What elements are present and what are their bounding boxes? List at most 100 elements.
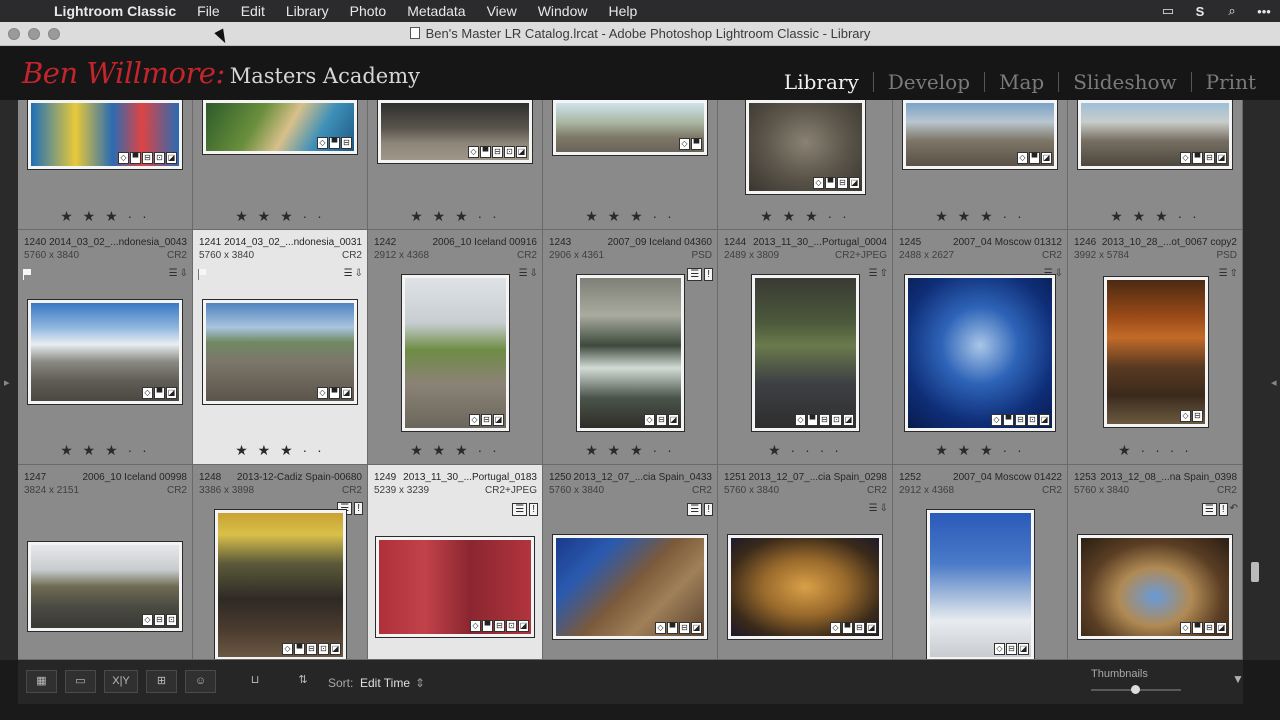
- star-rating[interactable]: ★ ★ ★ · ·: [368, 208, 542, 225]
- thumbnail[interactable]: ◇ ⊟: [1104, 277, 1208, 427]
- metadata-icon[interactable]: ☰: [869, 268, 878, 279]
- grid-cell[interactable]: 1244 2013_11_30_...Portugal_0004 2489 x 38…: [718, 230, 893, 465]
- menu-view[interactable]: View: [487, 3, 517, 19]
- grid-cell[interactable]: 1240 2014_03_02_...ndonesia_0043 5760 x 38…: [18, 230, 193, 465]
- sort-direction-icon[interactable]: ⇅: [286, 670, 320, 693]
- grid-cell-selected[interactable]: 1241 2014_03_02_...ndonesia_0031 5760 x 38…: [193, 230, 368, 465]
- star-rating[interactable]: ★ ★ ★ · ·: [893, 442, 1067, 459]
- creative-cloud-icon[interactable]: S: [1184, 4, 1216, 19]
- star-rating[interactable]: ★ ★ ★ · ·: [368, 442, 542, 459]
- toolbar-menu-chevron-icon[interactable]: ▼: [1232, 672, 1244, 686]
- grid-cell[interactable]: ◇ ▀ ⊟ ◪ ★ ★ ★ · ·: [1068, 100, 1243, 230]
- thumbnail[interactable]: ◇ ▀ ◪: [28, 300, 182, 404]
- sort-select[interactable]: Edit Time: [360, 676, 410, 690]
- thumbnail[interactable]: ◇ ▀ ⊟ ◪: [1078, 535, 1232, 639]
- grid-scrollbar-thumb[interactable]: [1251, 562, 1259, 582]
- menu-file[interactable]: File: [197, 3, 220, 19]
- chevron-updown-icon[interactable]: ⇕: [415, 676, 425, 690]
- menu-library[interactable]: Library: [286, 3, 329, 19]
- metadata-icon[interactable]: ☰: [687, 268, 703, 281]
- thumbnail[interactable]: ◇ ⊟ ⊡: [28, 542, 182, 631]
- thumbnail[interactable]: ◇ ▀ ⊟: [203, 100, 357, 154]
- star-rating[interactable]: ★ ★ ★ · ·: [543, 442, 717, 459]
- grid-cell[interactable]: 1252 2007_04 Moscow 01422 2912 x 4368 CR2 ◇…: [893, 465, 1068, 660]
- window-icon[interactable]: ▭: [1152, 3, 1184, 19]
- thumbnail[interactable]: ◇ ▀ ⊟ ◪: [746, 100, 865, 194]
- more-icon[interactable]: •••: [1248, 4, 1280, 19]
- spotlight-search-icon[interactable]: ⌕: [1216, 3, 1248, 19]
- thumbnail[interactable]: ◇ ▀ ⊟ ◪: [1078, 100, 1232, 169]
- compare-view-icon[interactable]: X|Y: [104, 670, 138, 693]
- grid-cell[interactable]: ◇ ▀ ⊟ ★ ★ ★ · ·: [193, 100, 368, 230]
- thumbnail[interactable]: ◇ ▀ ⊟ ◪: [728, 535, 882, 639]
- metadata-icon[interactable]: ☰: [512, 503, 528, 516]
- star-rating[interactable]: ★ ★ ★ · ·: [893, 208, 1067, 225]
- menu-window[interactable]: Window: [538, 3, 588, 19]
- loupe-view-icon[interactable]: ▭: [65, 670, 96, 693]
- expand-left-panel-icon[interactable]: ▸: [4, 376, 10, 389]
- grid-cell[interactable]: ◇ ▀ ⊟ ◪ ★ ★ ★ · ·: [718, 100, 893, 230]
- pick-flag-icon[interactable]: [23, 269, 33, 280]
- star-rating[interactable]: ★ ★ ★ · ·: [18, 208, 192, 225]
- pick-flag-icon[interactable]: [198, 269, 208, 280]
- star-rating[interactable]: ★ ★ ★ · ·: [193, 208, 367, 225]
- menu-metadata[interactable]: Metadata: [407, 3, 465, 19]
- thumbnail-slider-knob[interactable]: [1131, 685, 1140, 694]
- menu-app[interactable]: Lightroom Classic: [54, 3, 176, 19]
- thumbnail[interactable]: ◇ ▀ ◪: [903, 100, 1057, 169]
- grid-view-icon[interactable]: ▦: [26, 670, 57, 693]
- module-print[interactable]: Print: [1192, 70, 1256, 94]
- star-rating[interactable]: ★ ★ ★ · ·: [18, 442, 192, 459]
- module-map[interactable]: Map: [985, 70, 1058, 94]
- grid-cell[interactable]: 1249 2013_11_30_...Portugal_0183 5239 x 32…: [368, 465, 543, 660]
- metadata-icon[interactable]: ☰: [344, 268, 353, 279]
- warning-icon[interactable]: !: [1218, 503, 1228, 516]
- grid-cell[interactable]: ◇ ▀ ⊟ ⊡ ◪ ★ ★ ★ · ·: [18, 100, 193, 230]
- module-library[interactable]: Library: [770, 70, 873, 94]
- painter-icon[interactable]: ⊔: [246, 670, 264, 693]
- thumbnail[interactable]: ◇ ▀ ⊟ ⊡ ◪: [376, 537, 534, 637]
- thumbnail[interactable]: ◇ ⊟ ◪: [402, 275, 509, 431]
- warning-icon[interactable]: !: [529, 503, 538, 516]
- grid-cell[interactable]: ◇ ▀ ⊟ ⊡ ◪ ★ ★ ★ · ·: [368, 100, 543, 230]
- thumbnail[interactable]: ◇ ▀ ⊟ ⊡ ◪: [752, 275, 859, 431]
- metadata-icon[interactable]: ☰: [1201, 503, 1217, 516]
- thumbnail[interactable]: ◇ ▀ ◪: [203, 300, 357, 404]
- thumbnail[interactable]: ◇ ▀: [553, 100, 707, 155]
- menu-help[interactable]: Help: [608, 3, 637, 19]
- grid-cell[interactable]: 1242 2006_10 Iceland 00916 2912 x 4368 CR2 …: [368, 230, 543, 465]
- thumbnail[interactable]: ◇ ⊟ ◪: [577, 275, 684, 431]
- star-rating[interactable]: ★ · · · ·: [1068, 442, 1242, 459]
- module-slideshow[interactable]: Slideshow: [1059, 70, 1190, 94]
- people-view-icon[interactable]: ☺: [185, 670, 216, 693]
- star-rating[interactable]: ★ · · · ·: [718, 442, 892, 459]
- warning-icon[interactable]: !: [704, 503, 713, 516]
- metadata-icon[interactable]: ☰: [1219, 268, 1228, 279]
- grid-cell[interactable]: ◇ ▀ ★ ★ ★ · ·: [543, 100, 718, 230]
- star-rating[interactable]: ★ ★ ★ · ·: [193, 442, 367, 459]
- grid-cell[interactable]: 1243 2007_09 Iceland 04360 2906 x 4361 PSD …: [543, 230, 718, 465]
- warning-icon[interactable]: !: [704, 268, 713, 281]
- star-rating[interactable]: ★ ★ ★ · ·: [718, 208, 892, 225]
- metadata-icon[interactable]: ☰: [519, 268, 528, 279]
- thumbnail[interactable]: ◇ ▀ ⊟ ⊡ ◪: [215, 510, 346, 659]
- filmstrip-collapsed[interactable]: [0, 704, 1280, 720]
- star-rating[interactable]: ★ ★ ★ · ·: [543, 208, 717, 225]
- thumbnail[interactable]: ◇ ⊟ ◪: [927, 510, 1034, 659]
- module-develop[interactable]: Develop: [874, 70, 984, 94]
- grid-cell[interactable]: 1245 2007_04 Moscow 01312 2488 x 2627 CR2 ☰…: [893, 230, 1068, 465]
- grid-cell[interactable]: ◇ ▀ ◪ ★ ★ ★ · ·: [893, 100, 1068, 230]
- left-panel-collapsed[interactable]: ▸: [0, 100, 18, 660]
- grid-cell[interactable]: 1246 2013_10_28_...ot_0067 copy2 3992 x 57…: [1068, 230, 1243, 465]
- metadata-icon[interactable]: ☰: [869, 503, 878, 514]
- grid-cell[interactable]: 1250 2013_12_07_...cia Spain_0433 5760 x 3…: [543, 465, 718, 660]
- expand-right-panel-icon[interactable]: ◂: [1271, 376, 1277, 389]
- menu-photo[interactable]: Photo: [350, 3, 387, 19]
- grid-cell[interactable]: 1251 2013_12_07_...cia Spain_0298 5760 x 3…: [718, 465, 893, 660]
- grid-cell[interactable]: 1248 2013-12-Cadiz Spain-00680 3386 x 3898…: [193, 465, 368, 660]
- menu-edit[interactable]: Edit: [241, 3, 265, 19]
- survey-view-icon[interactable]: ⊞: [146, 670, 177, 693]
- thumbnail[interactable]: ◇ ▀ ⊟ ⊡ ◪: [378, 100, 532, 163]
- grid-cell[interactable]: 1247 2006_10 Iceland 00998 3824 x 2151 CR2 …: [18, 465, 193, 660]
- metadata-icon[interactable]: ☰: [169, 268, 178, 279]
